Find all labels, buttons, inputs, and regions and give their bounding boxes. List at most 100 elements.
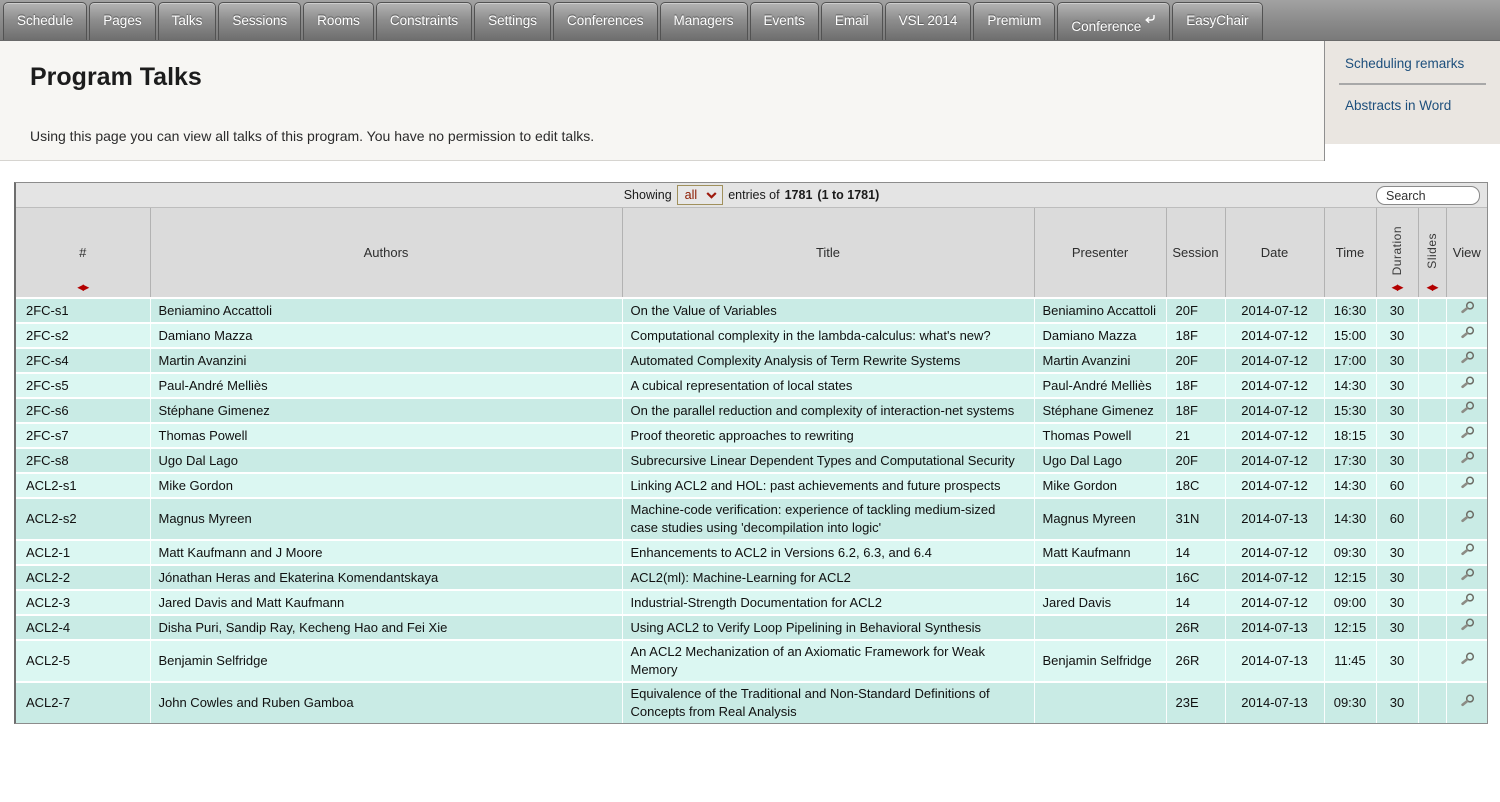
date-cell: 2014-07-13 (1225, 615, 1324, 640)
magnifier-icon[interactable] (1458, 593, 1476, 607)
presenter-cell: Stéphane Gimenez (1034, 398, 1166, 423)
magnifier-icon[interactable] (1458, 476, 1476, 490)
nav-tab-conference[interactable]: Conference (1057, 2, 1170, 40)
magnifier-icon[interactable] (1458, 543, 1476, 557)
nav-tab-rooms[interactable]: Rooms (303, 2, 374, 40)
sort-arrows-slides[interactable]: ◀▶ (1426, 282, 1437, 293)
column-label: Slides (1425, 233, 1439, 269)
nav-tab-events[interactable]: Events (750, 2, 819, 40)
scheduling-remarks-link[interactable]: Scheduling remarks (1325, 43, 1500, 83)
magnifier-icon[interactable] (1458, 652, 1476, 666)
table-row: ACL2-5 Benjamin Selfridge An ACL2 Mechan… (16, 640, 1487, 682)
view-cell (1446, 540, 1487, 565)
authors-cell: Mike Gordon (150, 473, 622, 498)
column-header-authors: Authors (150, 208, 622, 298)
magnifier-icon[interactable] (1458, 401, 1476, 415)
nav-tab-label: Schedule (17, 13, 73, 28)
table-row: ACL2-s1 Mike Gordon Linking ACL2 and HOL… (16, 473, 1487, 498)
entries-label: entries of (728, 188, 779, 202)
date-cell: 2014-07-12 (1225, 540, 1324, 565)
nav-tab-label: Sessions (232, 13, 287, 28)
nav-tab-managers[interactable]: Managers (660, 2, 748, 40)
magnifier-icon[interactable] (1458, 326, 1476, 340)
nav-tab-sessions[interactable]: Sessions (218, 2, 301, 40)
sort-arrows-number[interactable]: ◀▶ (77, 282, 88, 293)
column-label: Duration (1390, 226, 1404, 275)
nav-tab-label: Events (764, 13, 805, 28)
magnifier-icon[interactable] (1458, 510, 1476, 524)
session-cell: 23E (1166, 682, 1225, 723)
magnifier-icon[interactable] (1458, 694, 1476, 708)
column-header-session: Session (1166, 208, 1225, 298)
search-input[interactable] (1376, 186, 1480, 205)
time-cell: 14:30 (1324, 498, 1376, 540)
nav-tab-email[interactable]: Email (821, 2, 883, 40)
spacer (0, 161, 1500, 182)
session-cell: 20F (1166, 348, 1225, 373)
nav-tab-label: Talks (172, 13, 203, 28)
nav-tab-constraints[interactable]: Constraints (376, 2, 472, 40)
view-cell (1446, 423, 1487, 448)
talk-id-cell: ACL2-s2 (16, 498, 150, 540)
magnifier-icon[interactable] (1458, 426, 1476, 440)
nav-tab-pages[interactable]: Pages (89, 2, 155, 40)
slides-cell (1418, 423, 1446, 448)
magnifier-icon[interactable] (1458, 351, 1476, 365)
title-cell: Proof theoretic approaches to rewriting (622, 423, 1034, 448)
slides-cell (1418, 323, 1446, 348)
magnifier-icon[interactable] (1458, 451, 1476, 465)
sort-arrows-duration[interactable]: ◀▶ (1391, 282, 1402, 293)
nav-tab-schedule[interactable]: Schedule (3, 2, 87, 40)
slides-cell (1418, 298, 1446, 323)
duration-cell: 30 (1376, 565, 1418, 590)
column-header-presenter: Presenter (1034, 208, 1166, 298)
presenter-cell (1034, 682, 1166, 723)
nav-tab-conferences[interactable]: Conferences (553, 2, 658, 40)
abstracts-in-word-link[interactable]: Abstracts in Word (1325, 85, 1500, 125)
nav-tab-settings[interactable]: Settings (474, 2, 551, 40)
magnifier-icon[interactable] (1458, 568, 1476, 582)
presenter-cell: Thomas Powell (1034, 423, 1166, 448)
talk-id-cell: ACL2-s1 (16, 473, 150, 498)
authors-cell: Benjamin Selfridge (150, 640, 622, 682)
duration-cell: 60 (1376, 473, 1418, 498)
time-cell: 12:15 (1324, 565, 1376, 590)
nav-tab-premium[interactable]: Premium (973, 2, 1055, 40)
title-cell: Equivalence of the Traditional and Non-S… (622, 682, 1034, 723)
talks-tbody: 2FC-s1 Beniamino Accattoli On the Value … (16, 298, 1487, 723)
slides-cell (1418, 565, 1446, 590)
title-cell: Linking ACL2 and HOL: past achievements … (622, 473, 1034, 498)
nav-tab-easychair[interactable]: EasyChair (1172, 2, 1262, 40)
duration-cell: 30 (1376, 348, 1418, 373)
view-cell (1446, 682, 1487, 723)
table-row: 2FC-s8 Ugo Dal Lago Subrecursive Linear … (16, 448, 1487, 473)
page-size-select[interactable]: all (677, 185, 724, 205)
time-cell: 12:15 (1324, 615, 1376, 640)
talk-id-cell: 2FC-s7 (16, 423, 150, 448)
nav-tab-vsl-2014[interactable]: VSL 2014 (885, 2, 972, 40)
view-cell (1446, 373, 1487, 398)
title-cell: Industrial-Strength Documentation for AC… (622, 590, 1034, 615)
date-cell: 2014-07-12 (1225, 398, 1324, 423)
nav-tab-talks[interactable]: Talks (158, 2, 217, 40)
talk-id-cell: ACL2-5 (16, 640, 150, 682)
session-cell: 16C (1166, 565, 1225, 590)
time-cell: 11:45 (1324, 640, 1376, 682)
title-cell: A cubical representation of local states (622, 373, 1034, 398)
presenter-cell (1034, 565, 1166, 590)
title-cell: On the parallel reduction and complexity… (622, 398, 1034, 423)
table-row: 2FC-s4 Martin Avanzini Automated Complex… (16, 348, 1487, 373)
nav-tab-label: VSL 2014 (899, 13, 958, 28)
magnifier-icon[interactable] (1458, 376, 1476, 390)
column-label: Presenter (1072, 245, 1128, 260)
column-header-title: Title (622, 208, 1034, 298)
duration-cell: 30 (1376, 682, 1418, 723)
column-label: Date (1261, 245, 1288, 260)
magnifier-icon[interactable] (1458, 301, 1476, 315)
nav-tab-label: Conference (1071, 19, 1141, 34)
magnifier-icon[interactable] (1458, 618, 1476, 632)
title-cell: Enhancements to ACL2 in Versions 6.2, 6.… (622, 540, 1034, 565)
slides-cell (1418, 448, 1446, 473)
time-cell: 17:00 (1324, 348, 1376, 373)
table-header-row: # ◀▶ Authors Title Presenter Session Dat… (16, 208, 1487, 298)
